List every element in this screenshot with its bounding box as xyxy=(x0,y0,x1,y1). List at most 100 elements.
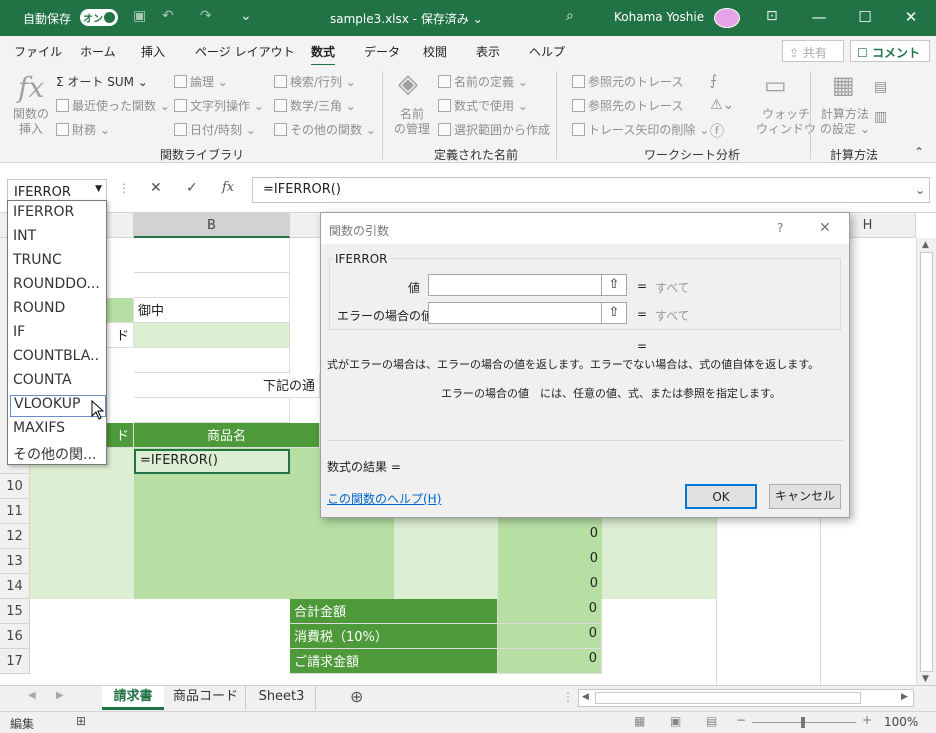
zoom-out-icon[interactable]: − xyxy=(736,713,746,727)
cell-e12[interactable]: 0 xyxy=(498,524,602,549)
cell[interactable] xyxy=(134,238,290,273)
row-header-13[interactable]: 13 xyxy=(0,549,30,574)
dialog-close-button[interactable]: ✕ xyxy=(819,220,831,236)
remove-arrows-button[interactable]: トレース矢印の削除 ⌄ xyxy=(572,121,709,138)
define-name-button[interactable]: 名前の定義 ⌄ xyxy=(438,73,528,90)
arg2-input[interactable] xyxy=(428,302,626,324)
calc-sheet-icon[interactable]: ▥ xyxy=(874,109,887,125)
recent-functions-button[interactable]: 最近使った関数 ⌄ xyxy=(56,97,170,114)
tab-formulas[interactable]: 数式 xyxy=(311,43,336,67)
tab-insert[interactable]: 挿入 xyxy=(141,43,165,60)
cancel-button[interactable]: キャンセル xyxy=(769,484,841,509)
page-layout-view-icon[interactable]: ▣ xyxy=(670,714,681,728)
calc-now-icon[interactable]: ▤ xyxy=(874,79,887,95)
text-button[interactable]: 文字列操作 ⌄ xyxy=(174,97,264,114)
trace-dependents-button[interactable]: 参照先のトレース xyxy=(572,97,683,114)
enter-icon[interactable]: ✓ xyxy=(186,180,198,196)
save-icon[interactable]: ▣ xyxy=(133,8,146,24)
dropdown-item-trunc[interactable]: TRUNC xyxy=(13,252,107,268)
cell-b4[interactable]: 御中 xyxy=(134,298,290,323)
cell-tax-label[interactable]: 消費税（10%） xyxy=(290,624,498,649)
ribbon-display-icon[interactable]: ⊡ xyxy=(766,8,778,24)
redo-icon[interactable]: ↷ xyxy=(200,8,212,24)
cell-e16[interactable]: 0 xyxy=(498,624,602,649)
dropdown-item-rounddown[interactable]: ROUNDDO... xyxy=(13,276,107,292)
search-icon[interactable]: ⌕ xyxy=(566,8,574,24)
close-button[interactable]: ✕ xyxy=(896,6,926,28)
minimize-button[interactable]: — xyxy=(804,6,834,28)
cell[interactable] xyxy=(134,323,290,348)
cell-e15[interactable]: 0 xyxy=(498,599,602,624)
tab-view[interactable]: 表示 xyxy=(476,43,500,60)
macro-record-icon[interactable]: ⊞ xyxy=(76,714,86,728)
zoom-in-icon[interactable]: + xyxy=(862,713,872,727)
dropdown-item-countblank[interactable]: COUNTBLA.. xyxy=(13,348,107,364)
dialog-help-button[interactable]: ? xyxy=(777,221,783,235)
cell-total-label[interactable]: 合計金額 xyxy=(290,599,498,624)
row-header-12[interactable]: 12 xyxy=(0,524,30,549)
user-name[interactable]: Kohama Yoshie xyxy=(614,10,704,24)
row-header-14[interactable]: 14 xyxy=(0,574,30,599)
cell-billing-label[interactable]: ご請求金額 xyxy=(290,649,498,674)
row-header-10[interactable]: 10 xyxy=(0,474,30,499)
sheet-tab-sheet3[interactable]: Sheet3 xyxy=(248,686,316,710)
dropdown-item-more[interactable]: その他の関... xyxy=(13,444,107,464)
cell-c7[interactable]: 下記の通 xyxy=(134,373,320,398)
use-in-formula-button[interactable]: 数式で使用 ⌄ xyxy=(438,97,528,114)
scroll-down-icon[interactable]: ▼ xyxy=(922,674,929,684)
evaluate-formula-icon[interactable]: ⓕ xyxy=(710,121,724,141)
collapse-dialog-icon[interactable]: ⇧ xyxy=(601,274,627,296)
dropdown-item-maxifs[interactable]: MAXIFS xyxy=(13,420,107,436)
tab-file[interactable]: ファイル xyxy=(14,43,62,60)
scroll-up-icon[interactable]: ▲ xyxy=(922,240,929,250)
error-check-icon[interactable]: ⚠⌄ xyxy=(710,97,734,113)
normal-view-icon[interactable]: ▦ xyxy=(634,714,645,728)
watch-window-icon[interactable]: ▭ xyxy=(764,71,787,99)
dropdown-item-round[interactable]: ROUND xyxy=(13,300,107,316)
arg1-input[interactable] xyxy=(428,274,626,296)
sheet-tab-product-code[interactable]: 商品コード xyxy=(166,686,246,710)
document-title[interactable]: sample3.xlsx - 保存済み ⌄ xyxy=(330,10,483,27)
watch-window-button[interactable]: ウォッチ ウィンドウ xyxy=(756,107,816,137)
expand-formula-icon[interactable]: ⌄ xyxy=(915,183,925,197)
scroll-thumb[interactable] xyxy=(920,252,933,672)
autosave-toggle[interactable]: オン xyxy=(80,9,118,26)
function-icon[interactable]: fx xyxy=(18,71,44,104)
name-manager-button[interactable]: 名前 の管理 xyxy=(394,107,430,137)
cell-e14[interactable]: 0 xyxy=(498,574,602,599)
column-header-b[interactable]: B xyxy=(134,213,290,238)
tab-data[interactable]: データ xyxy=(364,43,400,60)
row-header-17[interactable]: 17 xyxy=(0,649,30,674)
financial-button[interactable]: 財務 ⌄ xyxy=(56,121,110,138)
add-sheet-icon[interactable]: ⊕ xyxy=(350,687,363,706)
logical-button[interactable]: 論理 ⌄ xyxy=(174,73,228,90)
row-header-11[interactable]: 11 xyxy=(0,499,30,524)
cell-e13[interactable]: 0 xyxy=(498,549,602,574)
tab-home[interactable]: ホーム xyxy=(80,43,116,60)
more-functions-button[interactable]: その他の関数 ⌄ xyxy=(274,121,376,138)
comment-button[interactable]: ☐ コメント xyxy=(850,40,930,62)
create-from-selection-button[interactable]: 選択範囲から作成 xyxy=(438,121,550,138)
page-break-view-icon[interactable]: ▤ xyxy=(706,714,717,728)
collapse-dialog-icon[interactable]: ⇧ xyxy=(601,302,627,324)
tab-review[interactable]: 校閲 xyxy=(423,43,447,60)
row-header-15[interactable]: 15 xyxy=(0,599,30,624)
zoom-level[interactable]: 100% xyxy=(884,715,918,729)
cell-b9[interactable]: 商品名 xyxy=(134,423,320,448)
tab-split-icon[interactable]: ⋮ xyxy=(562,690,574,704)
tab-page-layout[interactable]: ページ レイアウト xyxy=(195,43,295,60)
insert-function-button[interactable]: 関数の 挿入 xyxy=(13,107,49,137)
tab-help[interactable]: ヘルプ xyxy=(529,43,565,60)
ok-button[interactable]: OK xyxy=(685,484,757,509)
lookup-button[interactable]: 検索/行列 ⌄ xyxy=(274,73,356,90)
vertical-scrollbar[interactable]: ▲ ▼ xyxy=(916,238,936,685)
scroll-left-icon[interactable]: ◀ xyxy=(582,692,589,702)
active-cell-b10[interactable]: =IFERROR() xyxy=(134,449,290,474)
tag-icon[interactable]: ◈ xyxy=(398,69,418,99)
sheet-tab-invoice[interactable]: 請求書 xyxy=(102,686,164,710)
prev-sheet-icon[interactable]: ◀ xyxy=(28,690,36,701)
function-help-link[interactable]: この関数のヘルプ(H) xyxy=(327,490,441,507)
cancel-icon[interactable]: ✕ xyxy=(150,180,162,196)
maximize-button[interactable]: ☐ xyxy=(850,6,880,28)
share-button[interactable]: ⇪ 共有 xyxy=(782,40,844,62)
